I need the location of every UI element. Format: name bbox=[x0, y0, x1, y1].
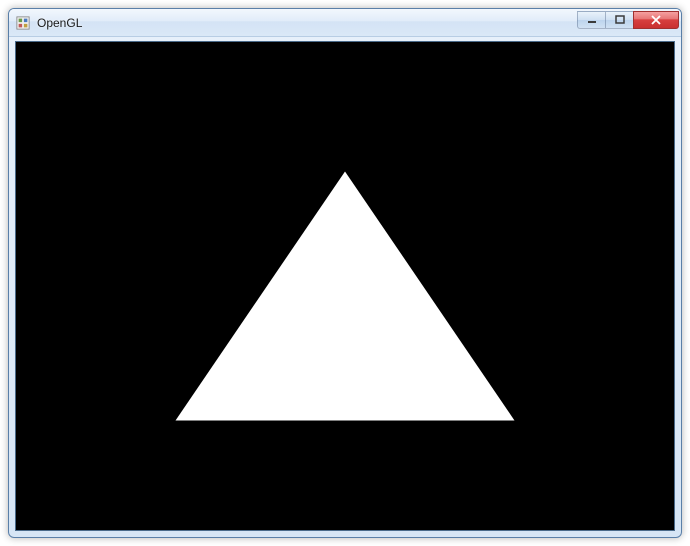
app-icon bbox=[15, 15, 31, 31]
window-controls bbox=[577, 11, 679, 31]
minimize-button[interactable] bbox=[577, 11, 605, 29]
close-button[interactable] bbox=[633, 11, 679, 29]
maximize-icon bbox=[614, 15, 626, 25]
rendered-triangle bbox=[16, 42, 674, 530]
titlebar[interactable]: OpenGL bbox=[9, 9, 681, 37]
close-icon bbox=[650, 15, 662, 25]
window-title: OpenGL bbox=[37, 16, 577, 30]
window-frame-border bbox=[9, 37, 681, 537]
minimize-icon bbox=[586, 15, 598, 25]
opengl-canvas bbox=[15, 41, 675, 531]
maximize-button[interactable] bbox=[605, 11, 633, 29]
application-window: OpenGL bbox=[8, 8, 682, 538]
